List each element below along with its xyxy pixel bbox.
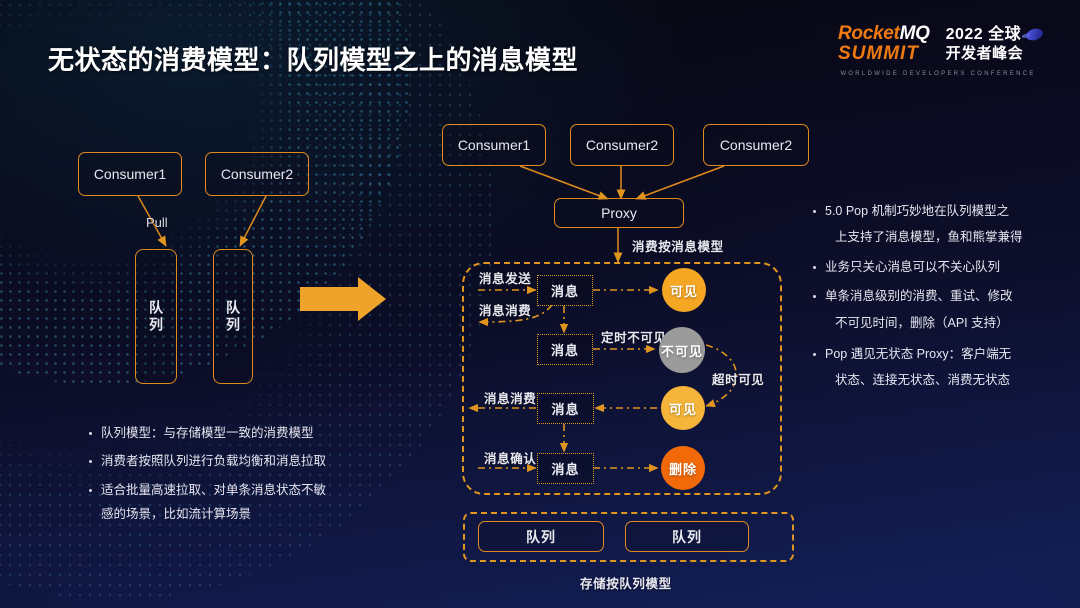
message-model-label: 消费按消息模型 [632,240,724,254]
list-item: 消费者按照队列进行负载均衡和消息拉取 [88,452,326,471]
globe-icon [1024,27,1045,43]
storage-queue-2[interactable]: 队列 [625,521,749,552]
left-queue-2-label: 队列 [225,299,242,334]
logo-year-line: 2022 全球 [946,26,1045,44]
left-consumer-2-label: Consumer2 [220,166,294,182]
row3-left-label: 消息消费 [484,392,537,406]
left-queue-2[interactable]: 队列 [213,249,253,384]
list-item: 单条消息级别的消费、重试、修改 不可见时间，删除（API 支持） [812,287,1023,333]
state-visible-2[interactable]: 可见 [661,386,705,430]
message-box-1-label: 消息 [550,284,579,299]
list-item: Pop 遇见无状态 Proxy：客户端无 状态、连接无状态、消费无状态 [812,345,1023,391]
storage-queue-1[interactable]: 队列 [478,521,604,552]
row2-edge-label: 定时不可见 [601,331,667,345]
row1-left-label: 消息发送 [479,272,532,286]
left-consumer-1[interactable]: Consumer1 [78,152,182,196]
state-deleted[interactable]: 删除 [661,446,705,490]
logo-brand-line1: RocketMQ [838,23,930,45]
list-item: 队列模型：与存储模型一致的消费模型 [88,424,326,443]
right-consumer-3-label: Consumer2 [719,137,793,153]
proxy-node[interactable]: Proxy [554,198,684,228]
right-consumer-1[interactable]: Consumer1 [442,124,546,166]
message-box-2[interactable]: 消息 [537,334,593,365]
row2-left-label: 消息消费 [479,304,532,318]
row3-edge-label: 超时可见 [712,373,765,387]
message-box-4[interactable]: 消息 [537,453,594,484]
row4-left-label: 消息确认 [484,452,537,466]
logo-divider [932,24,941,64]
logo-event: 2022 全球 开发者峰会 [945,26,1045,62]
state-visible-1-label: 可见 [669,283,698,299]
storage-queue-2-label: 队列 [672,528,702,545]
left-queue-1[interactable]: 队列 [135,249,177,384]
storage-queue-1-label: 队列 [526,528,556,545]
list-item: 业务只关心消息可以不关心队列 [812,258,1023,277]
left-queue-1-label: 队列 [148,299,165,334]
message-box-2-label: 消息 [550,343,579,358]
message-box-3[interactable]: 消息 [537,393,594,424]
right-arrow-icon [300,277,386,321]
message-box-4-label: 消息 [551,462,580,477]
logo-tagline: WORLDWIDE DEVELOPERS CONFERENCE [840,71,1036,77]
state-visible-1[interactable]: 可见 [662,268,706,312]
pull-label: Pull [146,215,168,230]
storage-model-label: 存储按队列模型 [580,577,672,591]
right-consumer-1-label: Consumer1 [457,137,531,153]
left-bullet-list: 队列模型：与存储模型一致的消费模型 消费者按照队列进行负载均衡和消息拉取 适合批… [88,424,326,534]
right-bullet-list: 5.0 Pop 机制巧妙地在队列模型之 上支持了消息模型，鱼和熊掌兼得 业务只关… [812,202,1023,400]
rocketmq-summit-logo: RocketMQ SUMMIT 2022 全球 开发者峰会 WORLDWIDE … [838,24,1045,98]
right-consumer-2[interactable]: Consumer2 [570,124,674,166]
proxy-label: Proxy [601,205,637,221]
state-visible-2-label: 可见 [668,401,697,417]
state-invisible[interactable]: 不可见 [659,327,705,373]
right-consumer-3[interactable]: Consumer2 [703,124,809,166]
list-item: 5.0 Pop 机制巧妙地在队列模型之 上支持了消息模型，鱼和熊掌兼得 [812,202,1023,248]
logo-cn-line: 开发者峰会 [945,44,1024,62]
right-consumer-2-label: Consumer2 [585,137,659,153]
logo-brand: RocketMQ SUMMIT [838,24,930,63]
state-invisible-label: 不可见 [660,343,703,359]
state-deleted-label: 删除 [668,461,697,477]
message-box-1[interactable]: 消息 [537,275,593,306]
left-consumer-1-label: Consumer1 [93,166,167,182]
message-box-3-label: 消息 [551,402,580,417]
logo-brand-line2: SUMMIT [838,42,919,64]
left-consumer-2[interactable]: Consumer2 [205,152,309,196]
slide-canvas: 无状态的消费模型：队列模型之上的消息模型 RocketMQ SUMMIT 202… [0,0,1080,608]
page-title: 无状态的消费模型：队列模型之上的消息模型 [48,45,579,75]
list-item: 适合批量高速拉取、对单条消息状态不敏 感的场景，比如流计算场景 [88,481,326,525]
